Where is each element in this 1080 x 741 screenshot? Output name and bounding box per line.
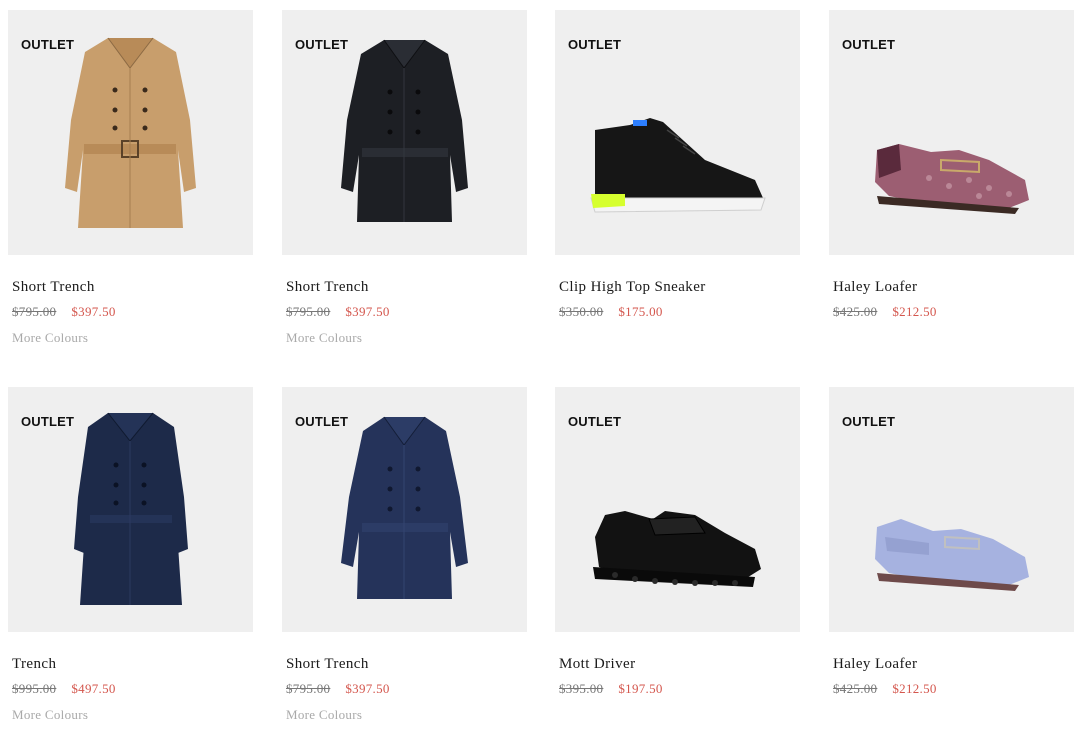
original-price: $395.00 (559, 681, 604, 696)
product-card[interactable]: OUTLET Mott Driver $395.00 $197.50 (555, 387, 800, 697)
product-card[interactable]: OUTLET Short Trench $795.00 $397.50 More … (282, 387, 527, 723)
product-name[interactable]: Short Trench (286, 656, 527, 673)
price-row: $995.00 $497.50 (12, 681, 253, 697)
product-image[interactable]: OUTLET (282, 10, 527, 255)
sale-price: $397.50 (71, 304, 116, 319)
product-card[interactable]: OUTLET Trench $995.00 $497.50 More Colour… (8, 387, 253, 723)
product-name[interactable]: Short Trench (12, 279, 253, 296)
outlet-badge: OUTLET (568, 37, 622, 52)
sale-price: $197.50 (618, 681, 663, 696)
original-price: $795.00 (286, 304, 331, 319)
product-card[interactable]: OUTLET Clip High Top Sneaker $350.00 $175… (555, 10, 800, 320)
more-colours-link[interactable]: More Colours (286, 330, 527, 346)
product-name[interactable]: Clip High Top Sneaker (559, 279, 800, 296)
outlet-badge: OUTLET (295, 414, 349, 429)
product-image[interactable]: OUTLET (8, 387, 253, 632)
product-image[interactable]: OUTLET (555, 10, 800, 255)
more-colours-link[interactable]: More Colours (286, 707, 527, 723)
product-name[interactable]: Short Trench (286, 279, 527, 296)
outlet-badge: OUTLET (21, 37, 75, 52)
outlet-badge: OUTLET (295, 37, 349, 52)
product-grid: OUTLET Short Trench $795.00 $397.50 More … (0, 0, 1080, 741)
price-row: $795.00 $397.50 (286, 304, 527, 320)
original-price: $425.00 (833, 681, 878, 696)
original-price: $795.00 (286, 681, 331, 696)
product-name[interactable]: Trench (12, 656, 253, 673)
outlet-badge: OUTLET (842, 37, 896, 52)
price-row: $350.00 $175.00 (559, 304, 800, 320)
product-card[interactable]: OUTLET Haley Loafer $425.00 $212.50 (829, 10, 1074, 320)
sale-price: $397.50 (345, 681, 390, 696)
price-row: $425.00 $212.50 (833, 304, 1074, 320)
sale-price: $212.50 (892, 304, 937, 319)
product-name[interactable]: Haley Loafer (833, 279, 1074, 296)
sale-price: $175.00 (618, 304, 663, 319)
product-card[interactable]: OUTLET Short Trench $795.00 $397.50 More … (282, 10, 527, 346)
sale-price: $497.50 (71, 681, 116, 696)
original-price: $995.00 (12, 681, 57, 696)
product-image[interactable]: OUTLET (829, 387, 1074, 632)
product-image[interactable]: OUTLET (829, 10, 1074, 255)
price-row: $425.00 $212.50 (833, 681, 1074, 697)
more-colours-link[interactable]: More Colours (12, 707, 253, 723)
outlet-badge: OUTLET (568, 414, 622, 429)
product-image[interactable]: OUTLET (555, 387, 800, 632)
sale-price: $397.50 (345, 304, 390, 319)
product-card[interactable]: OUTLET Short Trench $795.00 $397.50 More … (8, 10, 253, 346)
outlet-badge: OUTLET (842, 414, 896, 429)
product-name[interactable]: Mott Driver (559, 656, 800, 673)
sale-price: $212.50 (892, 681, 937, 696)
product-image[interactable]: OUTLET (8, 10, 253, 255)
original-price: $795.00 (12, 304, 57, 319)
original-price: $425.00 (833, 304, 878, 319)
price-row: $395.00 $197.50 (559, 681, 800, 697)
product-image[interactable]: OUTLET (282, 387, 527, 632)
product-name[interactable]: Haley Loafer (833, 656, 1074, 673)
original-price: $350.00 (559, 304, 604, 319)
more-colours-link[interactable]: More Colours (12, 330, 253, 346)
price-row: $795.00 $397.50 (286, 681, 527, 697)
product-card[interactable]: OUTLET Haley Loafer $425.00 $212.50 (829, 387, 1074, 697)
price-row: $795.00 $397.50 (12, 304, 253, 320)
outlet-badge: OUTLET (21, 414, 75, 429)
